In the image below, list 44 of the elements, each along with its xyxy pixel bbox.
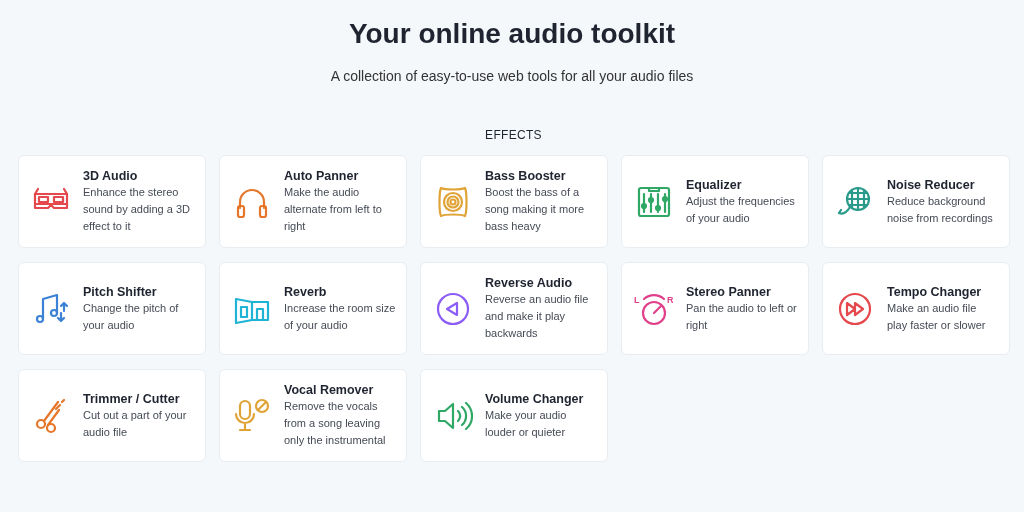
tool-name: Noise Reducer <box>887 176 976 193</box>
tool-name: 3D Audio <box>83 168 139 184</box>
tool-description: Increase the room size of your audio <box>284 300 396 333</box>
tool-description: Cut out a part of your audio file <box>83 407 188 440</box>
tool-card[interactable]: 3D Audio Enhance the stereo sound by adding a 3D effect to it <box>18 155 206 248</box>
tool-name: Reverb <box>284 283 328 300</box>
tool-name: Volume Changer <box>485 390 585 407</box>
tool-description: Enhance the stereo sound by adding a 3D effect to it <box>83 185 192 234</box>
tool-name: Reverse Audio <box>485 275 574 291</box>
tool-card[interactable]: Reverse Audio Reverse an audio file and make it play backwards <box>420 262 608 355</box>
tool-name: Equalizer <box>686 176 743 193</box>
tool-description: Adjust the frequencies of your audio <box>686 193 796 226</box>
tool-description: Remove the vocals from a song leaving only the instrumental <box>284 399 387 448</box>
tool-name: Stereo Panner <box>686 283 772 300</box>
tool-card[interactable]: Reverb Increase the room size of your audio <box>219 262 407 355</box>
tool-name: Trimmer / Cutter <box>83 390 181 407</box>
section-heading: EFFECTS <box>484 128 543 142</box>
tool-card[interactable]: Tempo Changer Make an audio file play faster or slower <box>822 262 1010 355</box>
tool-description: Make an audio file play faster or slower <box>887 300 987 333</box>
tool-card[interactable]: L R Stereo Panner Pan the audio to left or right <box>621 262 809 355</box>
dial-label: L <box>634 294 640 305</box>
tool-description: Make the audio alternate from left to right <box>284 185 383 234</box>
tool-description: Change the pitch of your audio <box>83 300 180 333</box>
tool-card[interactable]: Vocal Remover Remove the vocals from a song leaving only the instrumental <box>219 369 407 462</box>
tool-description: Pan the audio to left or right <box>686 300 798 333</box>
tool-name: Tempo Changer <box>887 283 983 300</box>
tool-card[interactable]: Pitch Shifter Change the pitch of your audio <box>18 262 206 355</box>
tool-name: Auto Panner <box>284 168 360 184</box>
tool-card[interactable]: Volume Changer Make your audio louder or quieter <box>420 369 608 462</box>
tool-card[interactable]: Noise Reducer Reduce background noise from recordings <box>822 155 1010 248</box>
tool-card[interactable]: Trimmer / Cutter Cut out a part of your audio file <box>18 369 206 462</box>
tool-description: Boost the bass of a song making it more bass heavy <box>485 185 586 234</box>
tool-name: Vocal Remover <box>284 382 375 398</box>
tool-description: Make your audio louder or quieter <box>485 407 568 440</box>
tool-description: Reduce background noise from recordings <box>887 193 994 226</box>
tool-card[interactable]: Equalizer Adjust the frequencies of your audio <box>621 155 809 248</box>
dial-label: R <box>667 294 674 305</box>
page-title: Your online audio toolkit <box>348 18 676 50</box>
tool-name: Bass Booster <box>485 168 567 184</box>
tool-name: Pitch Shifter <box>83 283 158 300</box>
tool-description: Reverse an audio file and make it play backwards <box>485 292 590 341</box>
tool-card[interactable]: Auto Panner Make the audio alternate from left to right <box>219 155 407 248</box>
page-subtitle: A collection of easy-to-use web tools for all your audio files <box>330 68 694 84</box>
tool-card[interactable]: Bass Booster Boost the bass of a song making it more bass heavy <box>420 155 608 248</box>
